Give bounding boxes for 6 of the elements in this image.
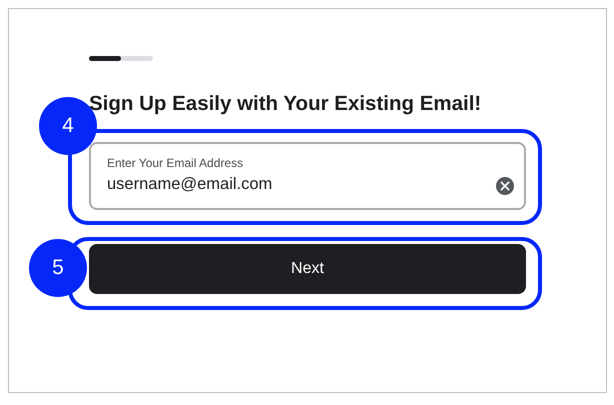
heading: Sign Up Easily with Your Existing Email!	[89, 92, 482, 116]
callout-number: 5	[29, 239, 87, 297]
next-button[interactable]: Next	[89, 244, 526, 294]
clear-icon[interactable]	[496, 177, 514, 195]
field-value: username@email.com	[107, 174, 272, 194]
email-field[interactable]: Enter Your Email Address username@email.com	[89, 142, 526, 210]
